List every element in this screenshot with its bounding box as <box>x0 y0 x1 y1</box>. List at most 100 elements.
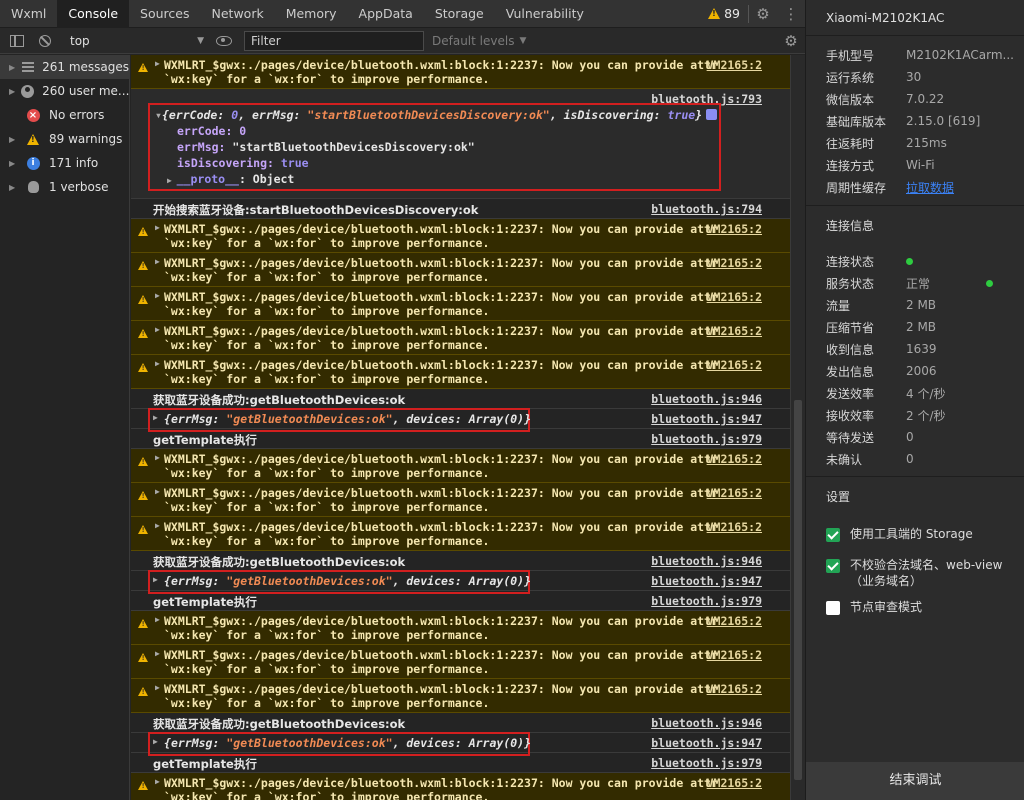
source-link[interactable]: VM2165:2 <box>707 682 762 696</box>
expand-arrow-icon[interactable]: ▶ <box>155 223 160 232</box>
source-link[interactable]: bluetooth.js:979 <box>651 432 762 446</box>
source-link[interactable]: VM2165:2 <box>707 222 762 236</box>
sidebar-toggle-icon[interactable] <box>6 30 28 52</box>
warning-message-row[interactable]: ▶ WXMLRT_$gwx:./pages/device/bluetooth.wx… <box>131 483 790 517</box>
expand-arrow-icon[interactable]: ▶ <box>9 87 15 96</box>
checkbox-unchecked[interactable] <box>826 601 840 615</box>
context-select[interactable]: top ▼ <box>66 31 208 51</box>
expand-arrow-icon[interactable]: ▶ <box>155 291 160 300</box>
sidebar-item-verbose[interactable]: ▶ 1 verbose <box>0 175 129 199</box>
tab-storage[interactable]: Storage <box>424 0 495 28</box>
warning-message-row[interactable]: ▶ WXMLRT_$gwx:./pages/device/bluetooth.wx… <box>131 219 790 253</box>
log-message-row[interactable]: getTemplate执行 bluetooth.js:979 <box>131 753 790 773</box>
expand-arrow-icon[interactable]: ▶ <box>9 183 19 192</box>
more-menu-icon[interactable]: ⋮ <box>777 0 805 28</box>
log-message-row[interactable]: getTemplate执行 bluetooth.js:979 <box>131 429 790 449</box>
console-log[interactable]: ▶ WXMLRT_$gwx:./pages/device/bluetooth.wx… <box>131 55 790 800</box>
filter-input[interactable] <box>244 30 424 51</box>
object-log-row[interactable]: ▶ {errMsg: "getBluetoothDevices:ok", devi… <box>131 732 790 756</box>
expand-arrow-icon[interactable]: ▶ <box>155 487 160 496</box>
console-settings-gear-icon[interactable]: ⚙ <box>777 32 805 50</box>
tab-vulnerability[interactable]: Vulnerability <box>495 0 595 28</box>
log-message-row[interactable]: 获取蓝牙设备成功:getBluetoothDevices:ok bluetooth… <box>131 551 790 571</box>
expand-arrow-icon[interactable]: ▶ <box>155 521 160 530</box>
clear-console-icon[interactable] <box>34 30 56 52</box>
expand-arrow-icon[interactable]: ▶ <box>155 615 160 624</box>
source-link[interactable]: VM2165:2 <box>707 614 762 628</box>
expand-arrow-icon[interactable]: ▶ <box>155 649 160 658</box>
source-link[interactable]: VM2165:2 <box>707 58 762 72</box>
object-log-row[interactable]: ▶ {errMsg: "getBluetoothDevices:ok", devi… <box>131 408 790 432</box>
source-link[interactable]: bluetooth.js:946 <box>651 392 762 406</box>
sidebar-item-info[interactable]: ▶ i 171 info <box>0 151 129 175</box>
warning-message-row[interactable]: ▶ WXMLRT_$gwx:./pages/device/bluetooth.wx… <box>131 321 790 355</box>
warning-message-row[interactable]: ▶ WXMLRT_$gwx:./pages/device/bluetooth.wx… <box>131 679 790 713</box>
source-link[interactable]: VM2165:2 <box>707 324 762 338</box>
warning-message-row[interactable]: ▶ WXMLRT_$gwx:./pages/device/bluetooth.wx… <box>131 773 790 800</box>
expand-arrow-icon[interactable]: ▶ <box>155 683 160 692</box>
object-log-row[interactable]: ▶ {errMsg: "getBluetoothDevices:ok", devi… <box>131 570 790 594</box>
warning-count-badge[interactable]: 89 <box>700 6 748 21</box>
expand-arrow-icon[interactable]: ▶ <box>153 575 158 584</box>
tab-appdata[interactable]: AppData <box>348 0 424 28</box>
settings-gear-icon[interactable]: ⚙ <box>749 0 777 28</box>
source-link[interactable]: bluetooth.js:947 <box>651 574 762 588</box>
sidebar-item-user-messages[interactable]: ▶ 260 user me... <box>0 79 129 103</box>
source-link[interactable]: VM2165:2 <box>707 452 762 466</box>
expand-arrow-icon[interactable]: ▶ <box>167 176 177 185</box>
sidebar-item-messages[interactable]: ▶ 261 messages <box>0 55 129 79</box>
source-link[interactable]: bluetooth.js:947 <box>651 736 762 750</box>
source-link[interactable]: VM2165:2 <box>707 776 762 790</box>
scrollbar-thumb[interactable] <box>794 400 802 780</box>
warning-message-row[interactable]: ▶ WXMLRT_$gwx:./pages/device/bluetooth.wx… <box>131 355 790 389</box>
expand-arrow-icon[interactable]: ▶ <box>153 413 158 422</box>
source-link[interactable]: VM2165:2 <box>707 358 762 372</box>
source-link[interactable]: VM2165:2 <box>707 648 762 662</box>
source-link[interactable]: bluetooth.js:946 <box>651 554 762 568</box>
warning-message-row[interactable]: ▶ WXMLRT_$gwx:./pages/device/bluetooth.wx… <box>131 611 790 645</box>
expand-arrow-icon[interactable]: ▶ <box>155 453 160 462</box>
log-message-row[interactable]: getTemplate执行 bluetooth.js:979 <box>131 591 790 611</box>
expand-arrow-icon[interactable]: ▶ <box>155 59 160 68</box>
source-link[interactable]: VM2165:2 <box>707 486 762 500</box>
tab-memory[interactable]: Memory <box>275 0 348 28</box>
storage-checkbox-option[interactable]: 使用工具端的 Storage <box>826 526 1006 542</box>
live-expression-eye-icon[interactable] <box>216 35 232 46</box>
sidebar-item-warnings[interactable]: ▶ 89 warnings <box>0 127 129 151</box>
sidebar-item-errors[interactable]: × No errors <box>0 103 129 127</box>
expand-arrow-icon[interactable]: ▶ <box>155 325 160 334</box>
expand-arrow-icon[interactable]: ▶ <box>155 359 160 368</box>
expand-arrow-icon[interactable]: ▶ <box>155 777 160 786</box>
source-link[interactable]: bluetooth.js:793 <box>651 92 762 106</box>
source-link[interactable]: VM2165:2 <box>707 256 762 270</box>
warning-message-row[interactable]: ▶ WXMLRT_$gwx:./pages/device/bluetooth.wx… <box>131 517 790 551</box>
expand-arrow-icon[interactable]: ▶ <box>9 135 19 144</box>
warning-message-row[interactable]: ▶ WXMLRT_$gwx:./pages/device/bluetooth.wx… <box>131 449 790 483</box>
source-link[interactable]: VM2165:2 <box>707 520 762 534</box>
warning-message-row[interactable]: ▶ WXMLRT_$gwx:./pages/device/bluetooth.wx… <box>131 253 790 287</box>
expanded-object-row[interactable]: bluetooth.js:793 ▾{errCode: 0, errMsg: "s… <box>131 89 790 199</box>
log-levels-dropdown[interactable]: Default levels ▼ <box>432 34 526 48</box>
expand-arrow-icon[interactable]: ▶ <box>9 63 16 72</box>
tab-wxml[interactable]: Wxml <box>0 0 57 28</box>
pull-data-link[interactable]: 拉取数据 <box>906 179 954 196</box>
node-inspect-option[interactable]: 节点审查模式 <box>826 599 1006 615</box>
source-link[interactable]: bluetooth.js:794 <box>651 202 762 216</box>
console-scrollbar[interactable] <box>790 55 805 800</box>
source-link[interactable]: VM2165:2 <box>707 290 762 304</box>
log-message-row[interactable]: 获取蓝牙设备成功:getBluetoothDevices:ok bluetooth… <box>131 389 790 409</box>
tab-network[interactable]: Network <box>201 0 275 28</box>
tab-console[interactable]: Console <box>57 0 130 28</box>
log-message-row[interactable]: 获取蓝牙设备成功:getBluetoothDevices:ok bluetooth… <box>131 713 790 733</box>
warning-message-row[interactable]: ▶ WXMLRT_$gwx:./pages/device/bluetooth.wx… <box>131 645 790 679</box>
expand-arrow-icon[interactable]: ▶ <box>153 737 158 746</box>
log-message-row[interactable]: 开始搜索蓝牙设备:startBluetoothDevicesDiscovery:… <box>131 199 790 219</box>
property-proto[interactable]: ▶ __proto__: Object <box>167 172 294 186</box>
checkbox-checked[interactable] <box>826 559 840 573</box>
end-debug-button[interactable]: 结束调试 <box>806 762 1024 800</box>
checkbox-checked[interactable] <box>826 528 840 542</box>
domain-check-option[interactable]: 不校验合法域名、web-view（业务域名） <box>826 557 1006 589</box>
source-link[interactable]: bluetooth.js:947 <box>651 412 762 426</box>
collapse-arrow-icon[interactable]: ▾ <box>155 108 162 122</box>
warning-message-row[interactable]: ▶ WXMLRT_$gwx:./pages/device/bluetooth.wx… <box>131 55 790 89</box>
